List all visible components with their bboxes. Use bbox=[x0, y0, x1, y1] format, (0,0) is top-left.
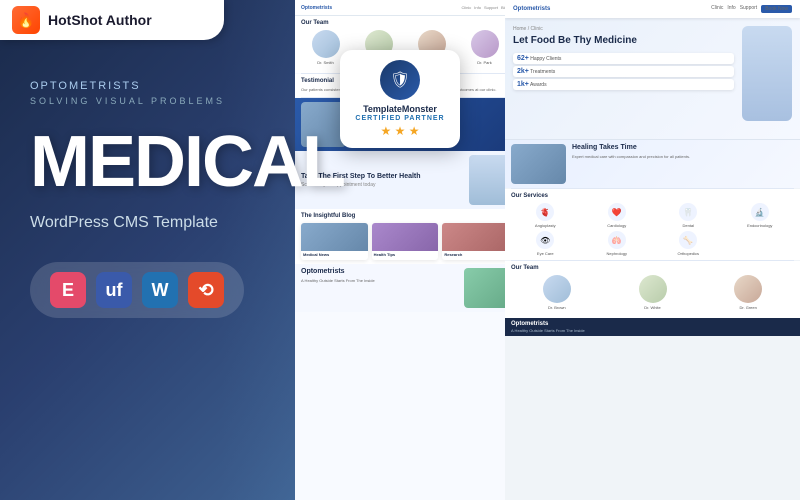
footer-logo: Optometrists bbox=[511, 321, 585, 327]
team-avatar-1 bbox=[312, 30, 340, 58]
service-dental: 🦷 Dental bbox=[654, 203, 723, 228]
left-content-block: Optometrists SOLVING VISUAL PROBLEMS MED… bbox=[30, 80, 344, 318]
service-orthopedics: 🦴 Orthopedics bbox=[654, 231, 723, 256]
footer-left: Optometrists A Healthy Outside Starts Fr… bbox=[511, 321, 585, 333]
rtl-icon[interactable]: ⟲ bbox=[188, 272, 224, 308]
healing-title: Healing Takes Time bbox=[572, 144, 794, 151]
hero-breadcrumb: Home / Clinic bbox=[513, 26, 734, 32]
cardiology-icon: ❤️ bbox=[608, 203, 626, 221]
elementor-icon[interactable]: E bbox=[50, 272, 86, 308]
plugins-row: E uf W ⟲ bbox=[30, 262, 244, 318]
services-section: Our Services 🫀 Angioplasty ❤️ Cardiology… bbox=[505, 189, 800, 260]
footer-desc: A Healthy Outside Starts From The Inside bbox=[511, 328, 585, 333]
blog-card-2: Health Tips bbox=[372, 223, 439, 260]
eyecare-icon: 👁 bbox=[536, 231, 554, 249]
orthopedics-icon: 🦴 bbox=[679, 231, 697, 249]
stat-3: 1k+ Awards bbox=[513, 79, 734, 90]
healing-text: Healing Takes Time Expert medical care w… bbox=[572, 144, 794, 160]
bh-doctor-image bbox=[469, 155, 509, 205]
footer-row: Optometrists A Healthy Outside Starts Fr… bbox=[511, 321, 794, 333]
bottom-team-member-2: Dr. White bbox=[607, 275, 699, 310]
preview-hero: Optometrists Clinic Info Support Book No… bbox=[505, 0, 800, 140]
hero-stats: 62+ Happy Clients 2k+ Treatments 1k+ Awa… bbox=[513, 53, 734, 90]
blog-image-3 bbox=[442, 223, 509, 251]
wordpress-icon[interactable]: W bbox=[142, 272, 178, 308]
prev-logo: Optometrists bbox=[513, 6, 550, 12]
team-title: Our Team bbox=[301, 20, 509, 26]
right-preview-section: Optometrists Clinic Info Support Book No… bbox=[505, 0, 800, 500]
main-title: MEDICAL bbox=[30, 126, 344, 198]
header-bar: 🔥 HotShot Author bbox=[0, 0, 224, 40]
hero-doctor-image bbox=[742, 26, 792, 121]
endocrinology-icon: 🔬 bbox=[751, 203, 769, 221]
bottom-team-title: Our Team bbox=[511, 265, 794, 271]
inner-logo: Optometrists bbox=[301, 5, 332, 11]
services-title: Our Services bbox=[511, 193, 794, 199]
service-cardiology: ❤️ Cardiology bbox=[583, 203, 652, 228]
tm-shield-icon: 🛡 bbox=[380, 60, 420, 100]
angioplasty-icon: 🫀 bbox=[536, 203, 554, 221]
tm-stars: ★ ★ ★ bbox=[348, 124, 452, 138]
service-angioplasty: 🫀 Angioplasty bbox=[511, 203, 580, 228]
uf-icon[interactable]: uf bbox=[96, 272, 132, 308]
bottom-team-row: Dr. Brown Dr. White Dr. Green bbox=[511, 275, 794, 310]
preview-header-bar: Optometrists Clinic Info Support Book No… bbox=[505, 0, 800, 18]
hotshot-logo-icon: 🔥 bbox=[12, 6, 40, 34]
hero-headline: Let Food Be Thy Medicine bbox=[513, 35, 734, 47]
hero-text-block: Home / Clinic Let Food Be Thy Medicine 6… bbox=[513, 26, 734, 121]
blog-image-2 bbox=[372, 223, 439, 251]
description-text: WordPress CMS Template bbox=[30, 214, 344, 232]
bottom-team-member-3: Dr. Green bbox=[702, 275, 794, 310]
services-grid: 🫀 Angioplasty ❤️ Cardiology 🦷 Dental 🔬 E… bbox=[511, 203, 794, 256]
healing-image bbox=[511, 144, 566, 184]
service-eyecare: 👁 Eye Care bbox=[511, 231, 580, 256]
service-endocrinology: 🔬 Endocrinology bbox=[726, 203, 795, 228]
prev-cta-btn[interactable]: Book Now bbox=[761, 5, 792, 13]
bottom-team-section: Our Team Dr. Brown Dr. White Dr. Green bbox=[505, 261, 800, 318]
bottom-team-avatar-1 bbox=[543, 275, 571, 303]
bottom-team-avatar-3 bbox=[734, 275, 762, 303]
blog-text-3: Research bbox=[442, 251, 509, 260]
bottom-team-avatar-2 bbox=[639, 275, 667, 303]
tm-name: TemplateMonster bbox=[348, 104, 452, 115]
health-image bbox=[464, 268, 509, 308]
subtitle-label: SOLVING VISUAL PROBLEMS bbox=[30, 96, 344, 106]
nephrology-icon: 🫁 bbox=[608, 231, 626, 249]
header-title: HotShot Author bbox=[48, 12, 152, 28]
hero-content: Home / Clinic Let Food Be Thy Medicine 6… bbox=[505, 18, 800, 129]
prev-nav: Clinic Info Support Book Now bbox=[711, 5, 792, 13]
service-nephrology: 🫁 Nephrology bbox=[583, 231, 652, 256]
dental-icon: 🦷 bbox=[679, 203, 697, 221]
blog-text-2: Health Tips bbox=[372, 251, 439, 260]
stat-2: 2k+ Treatments bbox=[513, 66, 734, 77]
bottom-team-member-1: Dr. Brown bbox=[511, 275, 603, 310]
healing-section: Healing Takes Time Expert medical care w… bbox=[505, 140, 800, 188]
inner-nav: Clinic Info Support Blog bbox=[462, 5, 509, 10]
inner-header: Optometrists Clinic Info Support Blog bbox=[295, 0, 515, 16]
stat-1: 62+ Happy Clients bbox=[513, 53, 734, 64]
healing-desc: Expert medical care with compassion and … bbox=[572, 154, 794, 160]
tm-certified: CERTIFIED PARTNER bbox=[348, 115, 452, 122]
templatemonster-badge: 🛡 TemplateMonster CERTIFIED PARTNER ★ ★ … bbox=[340, 50, 460, 148]
team-avatar-4 bbox=[471, 30, 499, 58]
footer-preview: Optometrists A Healthy Outside Starts Fr… bbox=[505, 318, 800, 336]
blog-card-3: Research bbox=[442, 223, 509, 260]
category-label: Optometrists bbox=[30, 80, 344, 92]
team-member-4: Dr. Park bbox=[460, 30, 509, 65]
